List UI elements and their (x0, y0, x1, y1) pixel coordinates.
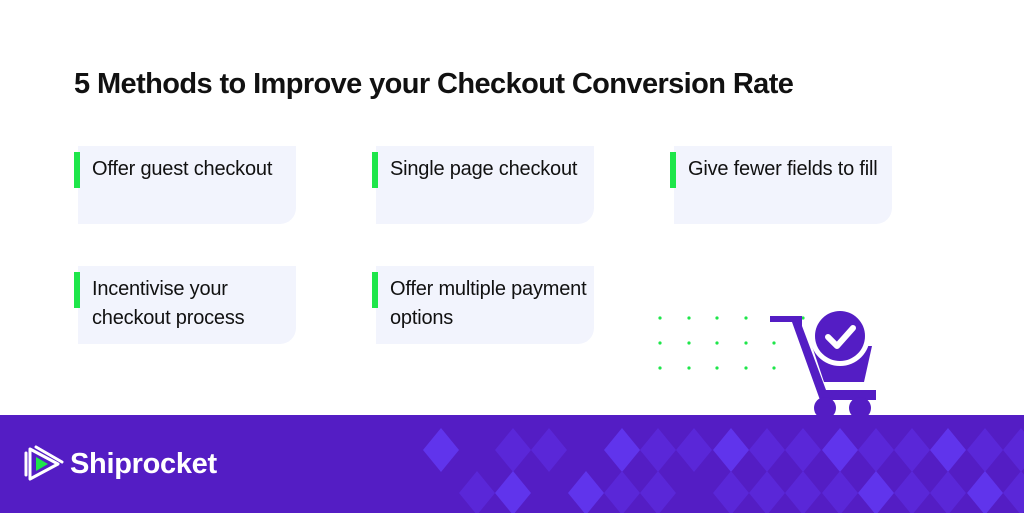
footer-banner: Shiprocket (0, 415, 1024, 513)
method-label: Offer guest checkout (92, 158, 273, 180)
method-label: Offer multiple payment options (390, 278, 587, 329)
brand-logo: Shiprocket (24, 445, 217, 483)
method-label: Incentivise your checkout process (92, 278, 245, 329)
method-label: Single page checkout (390, 158, 578, 180)
page-title: 5 Methods to Improve your Checkout Conve… (74, 68, 794, 100)
accent-bar (372, 272, 378, 308)
method-card-incentivise: Incentivise your checkout process (74, 266, 296, 344)
accent-bar (670, 152, 676, 188)
method-card-guest-checkout: Offer guest checkout (74, 146, 296, 224)
method-card-fewer-fields: Give fewer fields to fill (670, 146, 892, 224)
accent-bar (372, 152, 378, 188)
method-label: Give fewer fields to fill (688, 158, 878, 180)
method-card-payment-options: Offer multiple payment options (372, 266, 594, 344)
shopping-cart-check-icon (770, 306, 876, 418)
play-triangle-icon (24, 445, 64, 481)
accent-bar (74, 272, 80, 308)
method-card-single-page: Single page checkout (372, 146, 594, 224)
accent-bar (74, 152, 80, 188)
brand-name: Shiprocket (70, 447, 217, 480)
